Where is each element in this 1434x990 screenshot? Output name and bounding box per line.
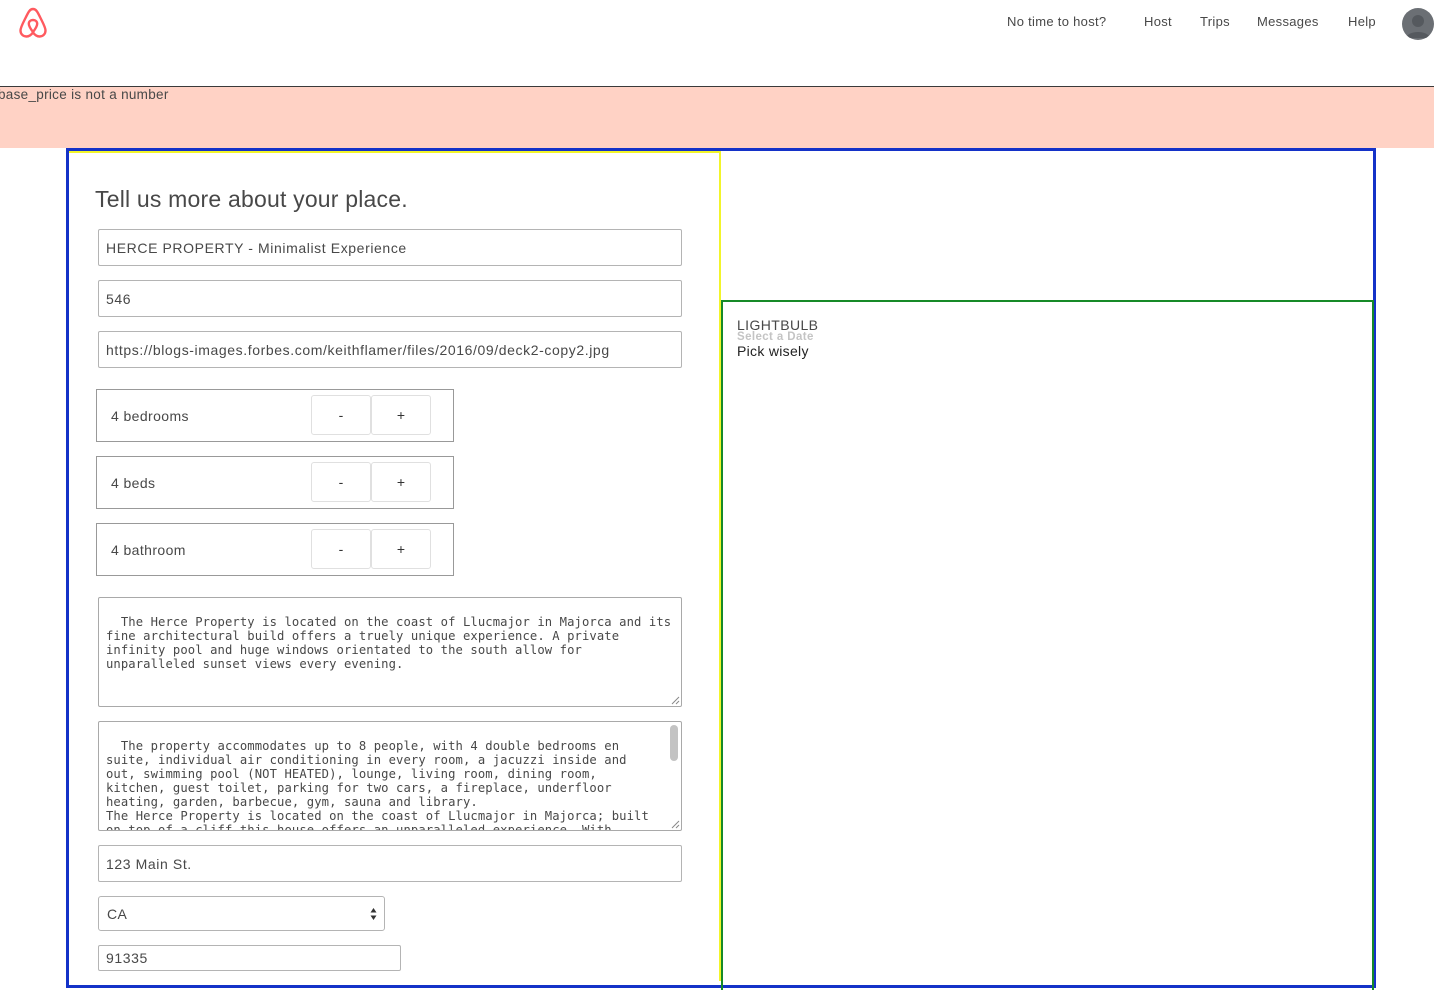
bedrooms-stepper: 4 bedrooms - +	[96, 389, 454, 442]
bedrooms-decrement-button[interactable]: -	[311, 395, 371, 435]
state-select[interactable]: CA	[98, 896, 385, 931]
bedrooms-count: 4 bedrooms	[111, 407, 189, 424]
zip-code-input[interactable]	[98, 945, 401, 971]
bathrooms-decrement-button[interactable]: -	[311, 529, 371, 569]
bathrooms-count: 4 bathroom	[111, 541, 186, 558]
nav-host[interactable]: Host	[1144, 14, 1172, 29]
resize-grip-icon[interactable]	[670, 695, 680, 705]
nav-no-time-to-host[interactable]: No time to host?	[1007, 14, 1106, 29]
bathrooms-increment-button[interactable]: +	[371, 529, 431, 569]
select-arrows-icon	[370, 908, 377, 920]
nav-trips[interactable]: Trips	[1200, 14, 1230, 29]
error-message: base_price is not a number	[0, 87, 169, 102]
resize-grip-icon[interactable]	[670, 819, 680, 829]
street-address-input[interactable]	[98, 845, 682, 882]
user-avatar-icon[interactable]	[1402, 8, 1434, 40]
bathrooms-stepper: 4 bathroom - +	[96, 523, 454, 576]
state-select-value: CA	[107, 905, 128, 922]
nav-help[interactable]: Help	[1348, 14, 1376, 29]
lightbulb-panel	[721, 300, 1374, 990]
lightbulb-note: Pick wisely	[737, 343, 809, 359]
base-price-input[interactable]	[98, 280, 682, 317]
image-url-input[interactable]	[98, 331, 682, 368]
beds-count: 4 beds	[111, 474, 156, 491]
bedrooms-increment-button[interactable]: +	[371, 395, 431, 435]
lightbulb-subtitle: Select a Date	[737, 331, 814, 343]
nav-messages[interactable]: Messages	[1257, 14, 1319, 29]
error-banner	[0, 87, 1434, 148]
description-scrollbar[interactable]	[670, 725, 678, 761]
beds-stepper: 4 beds - +	[96, 456, 454, 509]
description-text: The property accommodates up to 8 people…	[106, 739, 649, 831]
form-heading: Tell us more about your place.	[95, 186, 408, 212]
summary-textarea[interactable]: The Herce Property is located on the coa…	[98, 597, 682, 707]
listing-title-input[interactable]	[98, 229, 682, 266]
beds-decrement-button[interactable]: -	[311, 462, 371, 502]
description-textarea[interactable]: The property accommodates up to 8 people…	[98, 721, 682, 831]
summary-text: The Herce Property is located on the coa…	[106, 615, 679, 671]
airbnb-logo-icon[interactable]	[17, 5, 49, 39]
beds-increment-button[interactable]: +	[371, 462, 431, 502]
